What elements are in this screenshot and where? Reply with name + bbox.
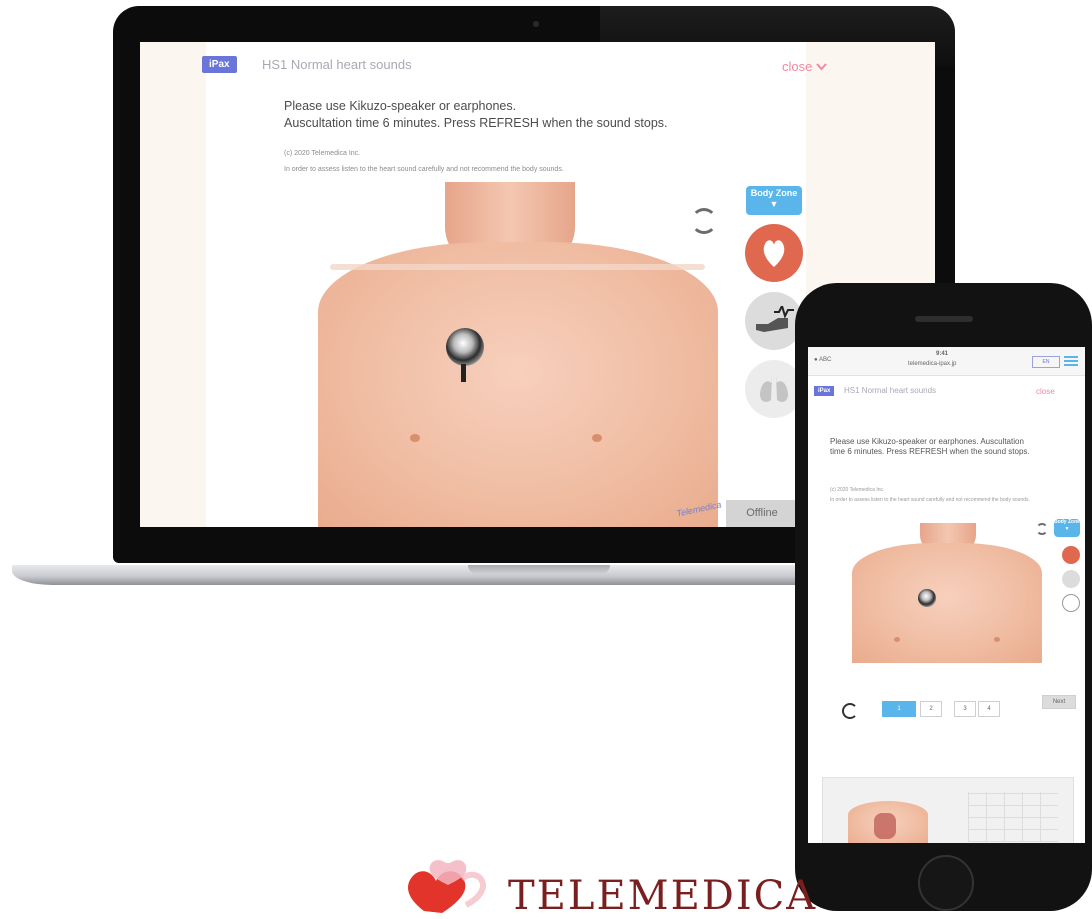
notice-text: In order to assess listen to the heart s… (284, 166, 564, 173)
body-zone-button-mobile[interactable]: Body Zone ▼ (1054, 519, 1080, 537)
instructions-mobile: Please use Kikuzo-speaker or earphones. … (830, 437, 1030, 456)
right-nipple (592, 434, 602, 442)
copyright-mobile: (c) 2020 Telemedica Inc. (830, 487, 885, 493)
close-button[interactable]: close (782, 59, 827, 74)
telemedica-logo-icon (408, 860, 486, 913)
laptop-opening-notch (468, 565, 610, 574)
preview-table (968, 792, 1058, 842)
heart-icon (763, 240, 785, 267)
phone-screen: ● ABC 9:41 telemedica-ipax.jp EN iPax HS… (808, 347, 1085, 843)
left-nipple (410, 434, 420, 442)
offline-button[interactable]: Offline (726, 500, 798, 527)
url-text[interactable]: telemedica-ipax.jp (908, 361, 956, 367)
menu-icon[interactable] (1064, 356, 1078, 366)
pulse-button-mobile[interactable] (1062, 570, 1080, 588)
stethoscope-icon-mobile[interactable] (918, 589, 936, 607)
status-carrier: ● ABC (814, 357, 832, 363)
status-time: 9:41 (936, 351, 949, 357)
module-badge-mobile: iPax (814, 386, 835, 396)
laptop-camera (533, 21, 539, 27)
stethoscope-tube (461, 364, 466, 382)
page-title-mobile: HS1 Normal heart sounds (844, 386, 937, 395)
module-badge: iPax (202, 56, 237, 73)
telemedica-logo-text: TELEMEDICA (508, 873, 818, 919)
collarbone-highlight (330, 264, 705, 270)
instruction-line-1: Please use Kikuzo-speaker or earphones. (284, 99, 517, 113)
chest-area[interactable] (318, 242, 718, 527)
copyright-text: (c) 2020 Telemedica Inc. (284, 150, 361, 157)
right-nipple-mobile (994, 637, 1000, 642)
refresh-icon[interactable] (691, 208, 717, 234)
language-toggle[interactable]: EN (1032, 356, 1060, 368)
lung-sound-button-mobile[interactable] (1062, 594, 1080, 612)
pager-button-4[interactable]: 4 (978, 701, 1000, 717)
chest-area-mobile[interactable] (852, 543, 1042, 663)
close-label: close (782, 59, 813, 74)
heart-sound-button[interactable] (745, 224, 803, 282)
hand-pulse-icon (756, 306, 794, 332)
stethoscope-icon[interactable] (446, 328, 484, 366)
preview-heart (874, 813, 896, 839)
refresh-icon-mobile[interactable] (842, 703, 858, 719)
instruction-line-2: Auscultation time 6 minutes. Press REFRE… (284, 116, 668, 130)
left-nipple-mobile (894, 637, 900, 642)
pager-button-1[interactable]: 1 (882, 701, 916, 717)
pager-button-3[interactable]: 3 (954, 701, 976, 717)
heart-sound-button-mobile[interactable] (1062, 546, 1080, 564)
close-button-mobile[interactable]: close (1036, 387, 1055, 396)
refresh-icon-small[interactable] (1036, 523, 1048, 535)
notice-mobile: In order to assess listen to the heart s… (830, 497, 1030, 503)
phone-speaker (915, 316, 973, 322)
next-button-mobile[interactable]: Next (1042, 695, 1076, 709)
phone-home-button[interactable] (918, 855, 974, 911)
pager-button-2[interactable]: 2 (920, 701, 942, 717)
body-zone-button[interactable]: Body Zone ▼ (746, 186, 802, 215)
page-title: HS1 Normal heart sounds (262, 57, 412, 72)
lungs-icon (760, 374, 788, 402)
chevron-down-icon (816, 63, 827, 71)
